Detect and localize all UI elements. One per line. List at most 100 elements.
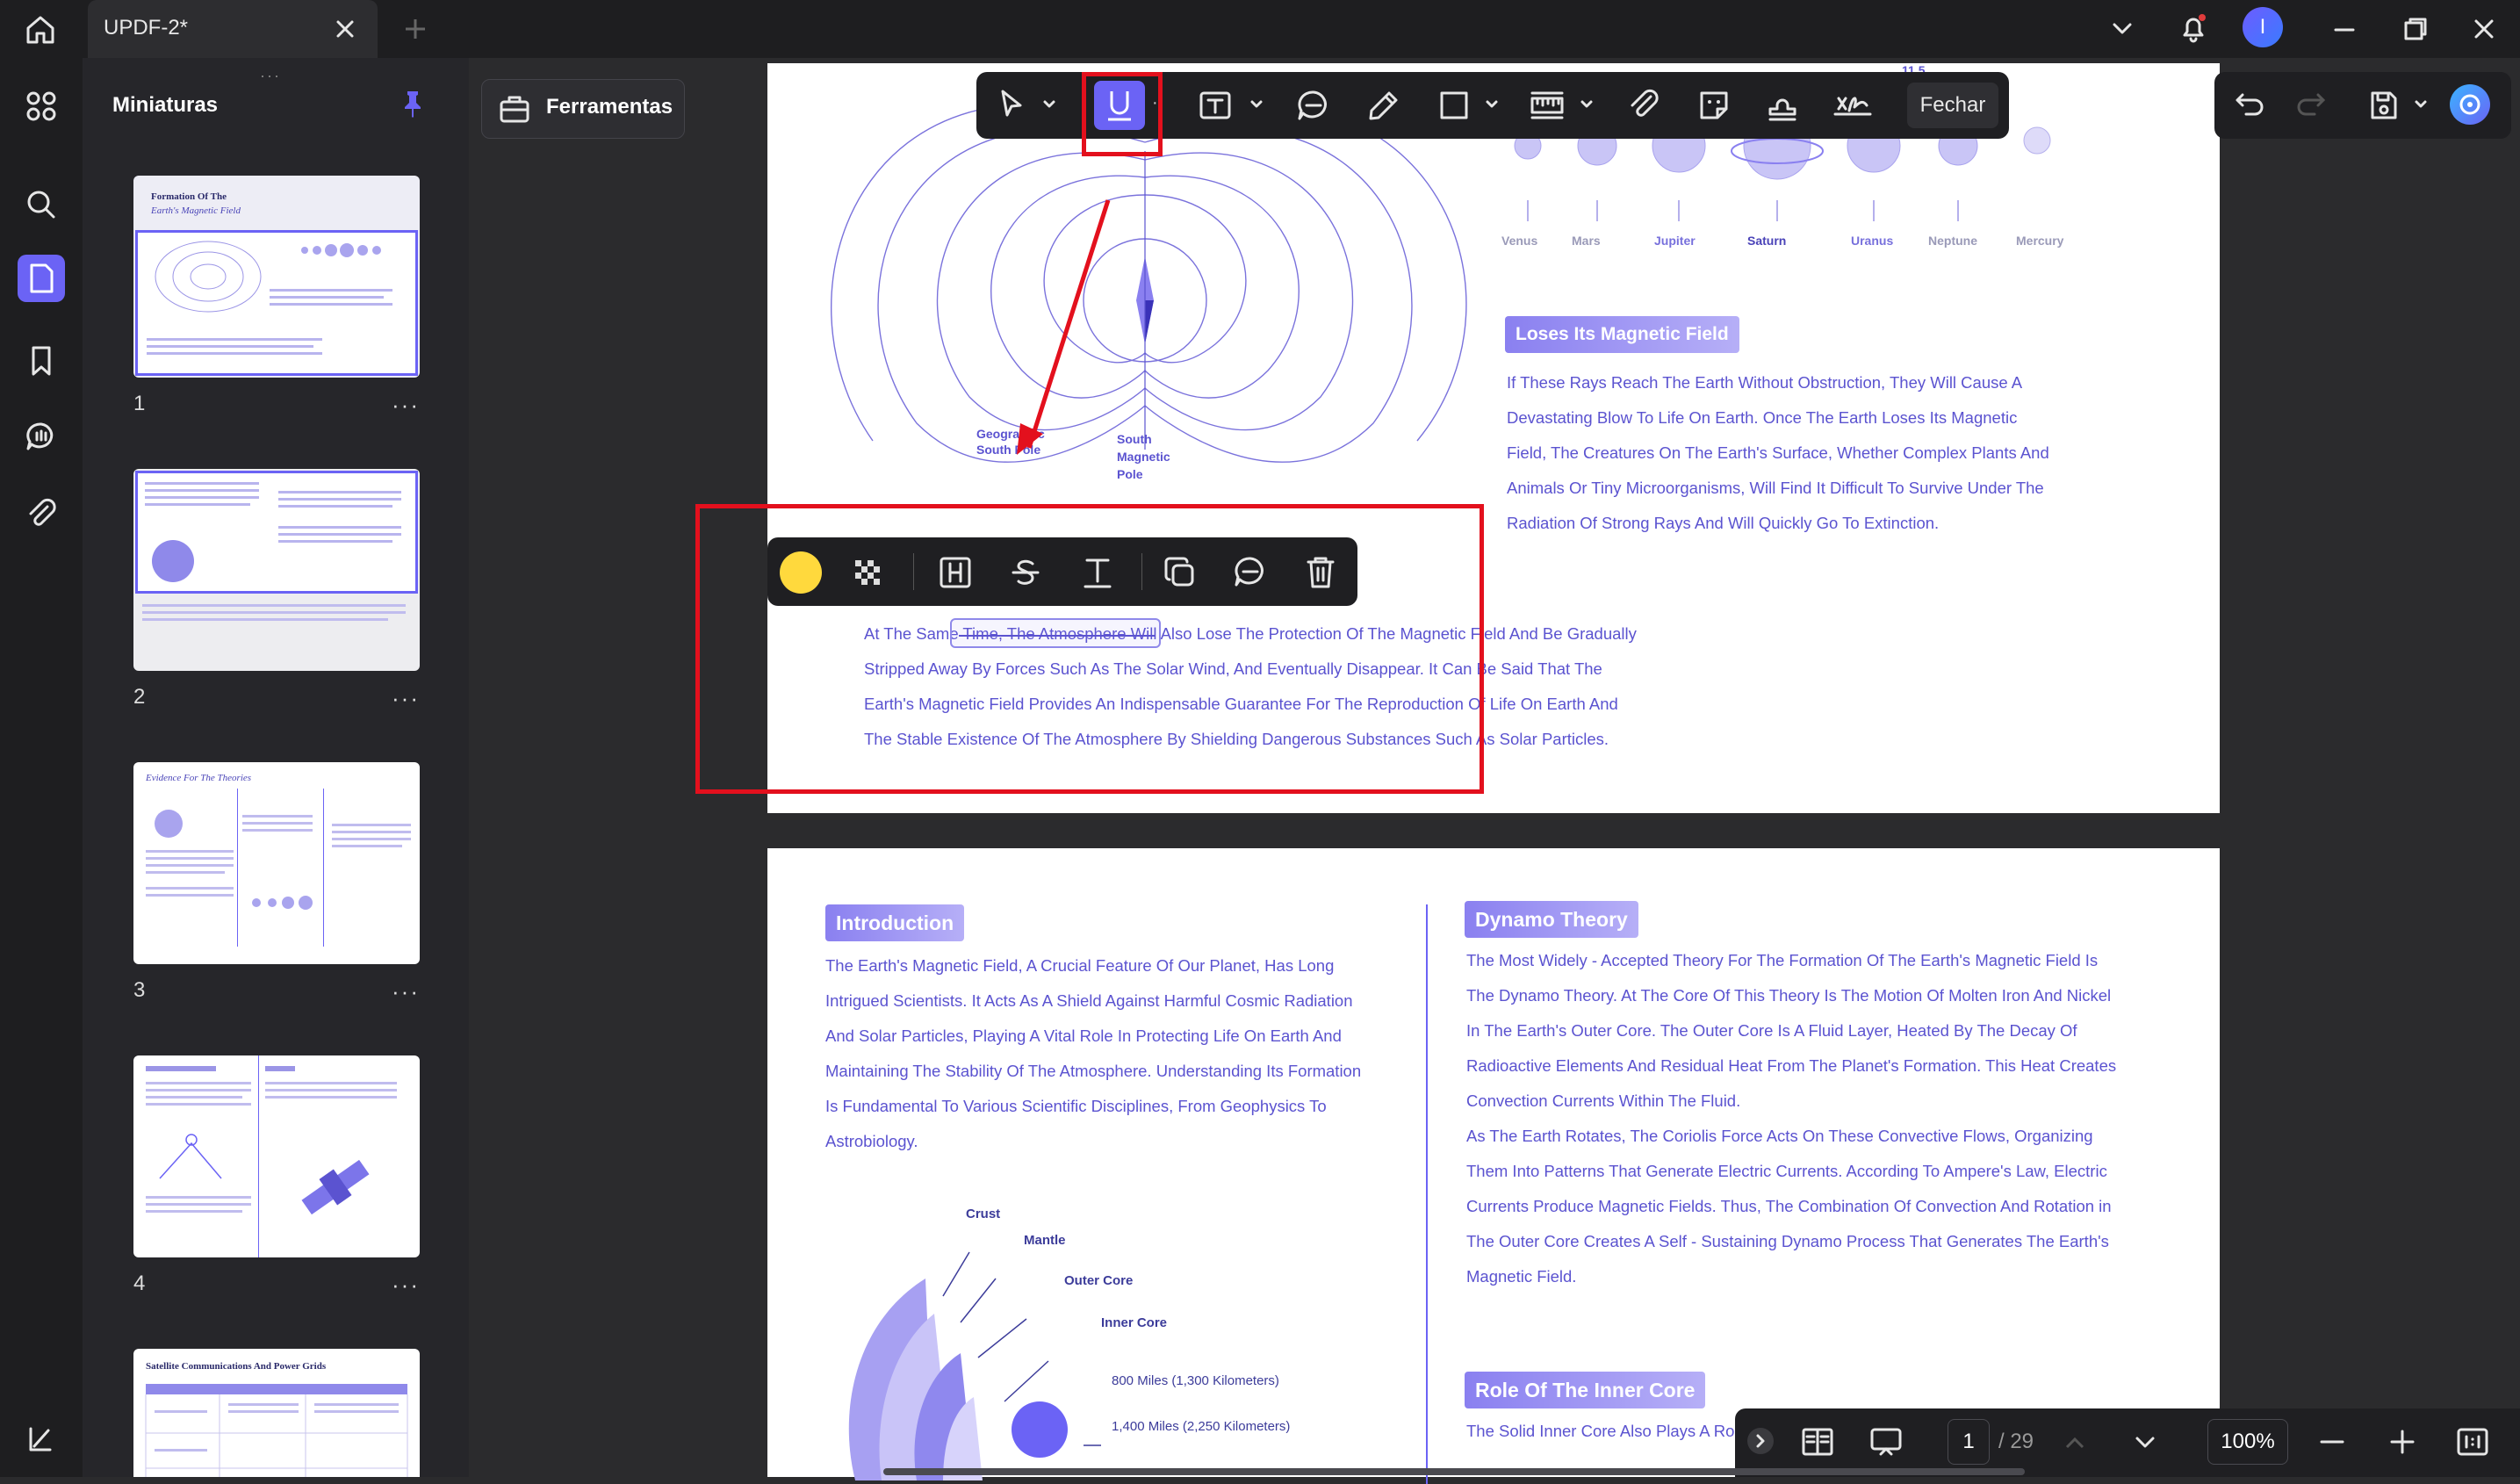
redo-icon[interactable] — [2293, 88, 2329, 123]
chevron-down-icon[interactable] — [2107, 14, 2137, 44]
chevron-down-icon[interactable] — [1579, 97, 1595, 112]
planet-label: Venus — [1501, 234, 1538, 248]
paragraph-line: Magnetic Field. — [1466, 1267, 1577, 1286]
chevron-down-icon[interactable] — [1041, 97, 1057, 112]
page-thumbnail-3[interactable]: Evidence For The Theories — [133, 762, 420, 964]
close-tab-icon[interactable] — [332, 16, 358, 42]
thumb-more-button[interactable]: ··· — [392, 978, 420, 1005]
select-cursor-icon[interactable] — [994, 86, 1029, 121]
save-icon[interactable] — [2365, 88, 2401, 123]
expand-icon[interactable] — [1747, 1428, 1774, 1454]
thumb-page-number: 4 — [133, 1271, 146, 1295]
text-box-icon[interactable] — [1196, 86, 1235, 125]
total-pages: / 29 — [1998, 1430, 2034, 1453]
thumb-title: Evidence For The Theories — [146, 773, 252, 783]
paragraph-line: The Dynamo Theory. At The Core Of This T… — [1466, 986, 2112, 1005]
planet-label: Uranus — [1851, 234, 1894, 248]
panel-drag-handle[interactable]: ··· — [260, 67, 281, 85]
paragraph-line: Currents Produce Magnetic Fields. Thus, … — [1466, 1197, 2112, 1215]
sticker-icon[interactable] — [1695, 86, 1733, 125]
pencil-icon[interactable] — [1364, 86, 1403, 125]
thumb-more-button[interactable]: ··· — [392, 392, 420, 419]
zoom-level[interactable]: 100% — [2207, 1419, 2288, 1465]
measure-icon[interactable] — [1528, 86, 1566, 125]
paragraph-line: Animals Or Tiny Microorganisms, Will Fin… — [1507, 479, 2044, 497]
paragraph-line: The Most Widely - Accepted Theory For Th… — [1466, 951, 2099, 969]
earth-label: 800 Miles (1,300 Kilometers) — [1112, 1373, 1279, 1388]
planet-label: Neptune — [1928, 234, 1977, 248]
minimize-icon[interactable] — [2330, 16, 2358, 44]
page-layout-icon[interactable] — [1798, 1423, 1837, 1461]
page-thumbnail-2[interactable] — [133, 469, 420, 671]
section-heading: Loses Its Magnetic Field — [1505, 316, 1739, 353]
chevron-down-icon[interactable] — [1484, 97, 1500, 112]
chevron-down-icon[interactable] — [1249, 97, 1264, 112]
presentation-icon[interactable] — [1867, 1423, 1905, 1461]
paragraph-line: Radiation Of Strong Rays And Will Quickl… — [1507, 514, 1940, 532]
actual-size-icon[interactable] — [2455, 1424, 2490, 1459]
search-icon[interactable] — [18, 181, 65, 228]
thumb-page-number: 1 — [133, 392, 146, 415]
chevron-up-icon[interactable] — [2060, 1428, 2090, 1458]
zoom-out-icon[interactable] — [2316, 1426, 2348, 1458]
bookmark-icon[interactable] — [18, 337, 65, 385]
paragraph-line: Field, The Creatures On The Earth's Surf… — [1507, 443, 2049, 462]
signature-icon[interactable] — [1832, 86, 1874, 125]
thumb-page-number: 3 — [133, 978, 146, 1002]
thumb-selection — [135, 471, 418, 594]
comments-icon[interactable] — [18, 413, 65, 460]
avatar[interactable]: I — [2243, 7, 2283, 47]
pin-icon[interactable] — [397, 88, 428, 119]
column-divider — [1426, 904, 1428, 1484]
page-thumbnail-4[interactable] — [133, 1055, 420, 1257]
page-thumbnail-1[interactable]: Formation Of The Earth's Magnetic Field — [133, 176, 420, 378]
paragraph-line: As The Earth Rotates, The Coriolis Force… — [1466, 1127, 2093, 1145]
planet-mercury — [2023, 126, 2051, 155]
earth-label: Mantle — [1024, 1233, 1066, 1248]
close-window-icon[interactable] — [2469, 14, 2499, 44]
thumb-title: Formation Of The — [151, 191, 227, 202]
attach-file-icon[interactable] — [1624, 86, 1663, 125]
paragraph-line: And Solar Particles, Playing A Vital Rol… — [825, 1027, 1342, 1045]
chevron-down-icon[interactable] — [2130, 1428, 2160, 1458]
section-heading: Dynamo Theory — [1465, 901, 1638, 938]
notification-bell-icon[interactable] — [2176, 11, 2211, 46]
highlight-box-selection — [695, 504, 1484, 794]
undo-icon[interactable] — [2232, 88, 2267, 123]
new-tab-icon[interactable] — [402, 16, 428, 42]
attachment-icon[interactable] — [18, 490, 65, 537]
tutorial-arrow — [1017, 199, 1111, 455]
title-bar — [0, 0, 2520, 58]
paragraph-line: Maintaining The Stability Of The Atmosph… — [825, 1062, 1362, 1080]
zoom-in-icon[interactable] — [2387, 1426, 2418, 1458]
thumbnails-icon[interactable] — [18, 255, 65, 302]
thumb-more-button[interactable]: ··· — [392, 1271, 420, 1299]
panel-title: Miniaturas — [112, 93, 219, 117]
paragraph-line: The Solid Inner Core Also Plays A Ro — [1466, 1422, 1735, 1440]
stamp-icon[interactable] — [1763, 86, 1802, 125]
ai-assistant-icon[interactable] — [2450, 84, 2490, 125]
chevron-down-icon[interactable] — [2413, 97, 2429, 112]
planet-label: Jupiter — [1654, 234, 1696, 248]
section-heading: Role Of The Inner Core — [1465, 1372, 1706, 1408]
ai-assistant-icon[interactable] — [18, 1416, 65, 1463]
paragraph-line: If These Rays Reach The Earth Without Ob… — [1507, 373, 2023, 392]
diagram-label: Magnetic — [1117, 450, 1170, 464]
paragraph-line: Them Into Patterns That Generate Electri… — [1466, 1162, 2107, 1180]
restore-icon[interactable] — [2401, 14, 2430, 44]
page-number-input[interactable]: 1 — [1948, 1419, 1990, 1465]
close-toolbar-button[interactable]: Fechar — [1907, 83, 1998, 128]
planet-label: Mercury — [2016, 234, 2064, 248]
paragraph-line: Convection Currents Within The Fluid. — [1466, 1091, 1741, 1110]
apps-grid-icon[interactable] — [18, 83, 65, 130]
horizontal-scrollbar[interactable] — [883, 1468, 2025, 1475]
pdf-page-2: Introduction The Earth's Magnetic Field,… — [767, 848, 2220, 1484]
page-thumbnail-5[interactable]: Satellite Communications And Power Grids — [133, 1349, 420, 1477]
thumb-page-number: 2 — [133, 685, 146, 709]
comment-icon[interactable] — [1294, 86, 1333, 125]
rectangle-icon[interactable] — [1435, 86, 1473, 125]
planet-label: Saturn — [1747, 234, 1787, 248]
paragraph-line: The Earth's Magnetic Field, A Crucial Fe… — [825, 956, 1335, 975]
home-icon[interactable] — [23, 12, 58, 47]
thumb-more-button[interactable]: ··· — [392, 685, 420, 712]
